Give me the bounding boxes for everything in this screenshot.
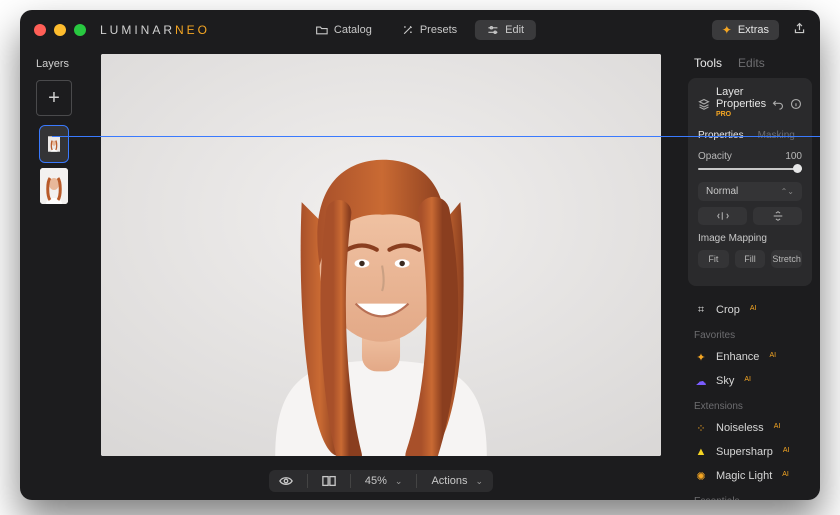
layers-icon [698, 98, 710, 110]
layers-title: Layers [36, 58, 80, 70]
cloud-icon: ☁ [694, 374, 708, 388]
wand-icon [402, 24, 414, 36]
flip-v-icon [772, 211, 784, 221]
zoom-dropdown[interactable]: 45%⌄ [361, 475, 407, 487]
add-layer-button[interactable]: + [36, 80, 72, 116]
visibility-toggle[interactable] [275, 475, 297, 487]
window-minimize-icon[interactable] [54, 24, 66, 36]
share-button[interactable] [793, 22, 806, 38]
eye-icon [279, 475, 293, 487]
puzzle-icon: ✦ [722, 23, 732, 37]
canvas-toolbar: 45%⌄ Actions⌄ [90, 462, 672, 500]
flip-h-icon [717, 211, 729, 221]
tool-enhance[interactable]: ✦EnhanceAI [692, 345, 808, 369]
sparkle-icon: ✦ [694, 350, 708, 364]
tool-crop[interactable]: ⌗CropAI [692, 298, 808, 322]
blendmode-select[interactable]: Normal ⌃⌄ [698, 182, 802, 201]
layer-properties-panel: Layer Properties PRO Properties Masking … [688, 78, 812, 286]
window-close-icon[interactable] [34, 24, 46, 36]
window-zoom-icon[interactable] [74, 24, 86, 36]
light-icon: ✺ [694, 469, 708, 483]
tools-panel: Tools Edits Layer Properties PRO Propert… [680, 50, 820, 500]
crop-icon: ⌗ [694, 303, 708, 317]
extras-button[interactable]: ✦ Extras [712, 20, 779, 40]
guide-line [52, 136, 820, 137]
canvas-image[interactable] [101, 54, 661, 456]
nav-edit[interactable]: Edit [475, 20, 536, 40]
flip-vertical-button[interactable] [753, 207, 802, 225]
grain-icon: ⁘ [694, 421, 708, 435]
flip-horizontal-button[interactable] [698, 207, 747, 225]
panel-title: Layer Properties PRO [716, 86, 766, 122]
share-icon [793, 22, 806, 35]
undo-icon[interactable] [772, 98, 784, 110]
compare-icon [322, 475, 336, 487]
tab-tools[interactable]: Tools [694, 56, 722, 70]
triangle-icon: ▲ [694, 445, 708, 459]
image-mapping-label: Image Mapping [698, 233, 802, 244]
app-brand: LUMINARNEO [100, 23, 210, 37]
compare-toggle[interactable] [318, 475, 340, 487]
map-fit-button[interactable]: Fit [698, 250, 729, 268]
map-stretch-button[interactable]: Stretch [771, 250, 802, 268]
tool-magiclight[interactable]: ✺Magic LightAI [692, 464, 808, 488]
opacity-slider[interactable] [698, 164, 802, 174]
actions-dropdown[interactable]: Actions⌄ [427, 475, 487, 487]
opacity-value: 100 [785, 151, 802, 162]
layers-sidebar: Layers + [20, 50, 90, 500]
map-fill-button[interactable]: Fill [735, 250, 766, 268]
nav-presets[interactable]: Presets [390, 20, 469, 40]
group-favorites: Favorites [694, 330, 808, 341]
folder-icon [316, 24, 328, 36]
sliders-icon [487, 24, 499, 36]
group-essentials: Essentials [694, 496, 808, 500]
layer-thumb-2[interactable] [40, 168, 68, 204]
info-icon[interactable] [790, 98, 802, 110]
layer-thumb-1[interactable] [40, 126, 68, 162]
tool-supersharp[interactable]: ▲SupersharpAI [692, 440, 808, 464]
title-bar: LUMINARNEO Catalog Presets Edit ✦ Extras [20, 10, 820, 50]
group-extensions: Extensions [694, 401, 808, 412]
tab-edits[interactable]: Edits [738, 56, 765, 70]
tool-noiseless[interactable]: ⁘NoiselessAI [692, 416, 808, 440]
tool-sky[interactable]: ☁SkyAI [692, 369, 808, 393]
nav-catalog[interactable]: Catalog [304, 20, 384, 40]
opacity-label: Opacity [698, 151, 732, 162]
